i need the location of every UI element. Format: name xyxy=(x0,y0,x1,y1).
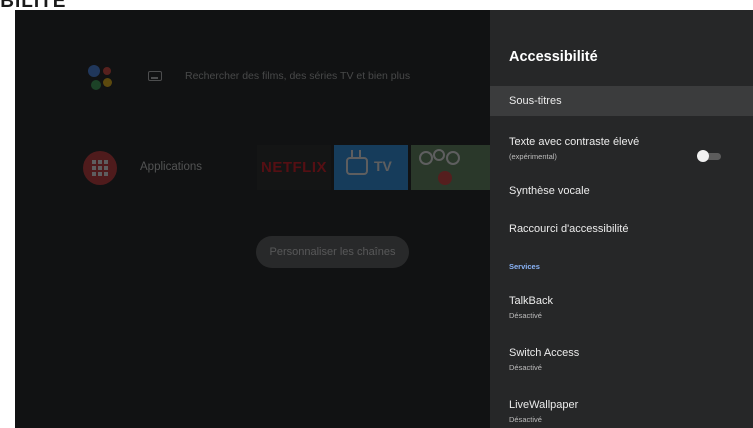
google-assistant-icon[interactable] xyxy=(88,65,114,91)
section-header-services: Services xyxy=(509,262,540,271)
service-label: Switch Access xyxy=(509,347,580,359)
menu-item-high-contrast-text[interactable]: Texte avec contraste élevé (expérimental… xyxy=(490,130,753,170)
film-reel-icon xyxy=(419,151,433,165)
apps-icon[interactable] xyxy=(83,151,117,185)
menu-item-label: Synthèse vocale xyxy=(509,185,590,197)
play-icon xyxy=(438,171,452,185)
search-placeholder[interactable]: Rechercher des films, des séries TV et b… xyxy=(185,70,410,82)
service-label: TalkBack xyxy=(509,295,554,307)
service-status: Désactivé xyxy=(509,311,542,320)
tv-app-tile[interactable]: TV xyxy=(334,145,408,190)
netflix-app-tile[interactable]: NETFLIX xyxy=(257,145,331,190)
tv-app-label: TV xyxy=(374,158,392,174)
customize-channels-button[interactable]: Personnaliser les chaînes xyxy=(256,236,409,268)
netflix-logo-text: NETFLIX xyxy=(261,159,327,176)
service-status: Désactivé xyxy=(509,363,542,372)
menu-item-text-to-speech[interactable]: Synthèse vocale xyxy=(490,178,753,206)
menu-item-label: Texte avec contraste élevé xyxy=(509,136,640,148)
menu-item-label: Raccourci d'accessibilité xyxy=(509,223,629,235)
service-item-talkback[interactable]: TalkBack Désactivé xyxy=(490,290,753,326)
home-screen-background: Rechercher des films, des séries TV et b… xyxy=(15,10,491,428)
keyboard-icon[interactable] xyxy=(148,71,162,81)
menu-item-label: Sous-titres xyxy=(509,95,562,107)
service-item-livewallpaper[interactable]: LiveWallpaper Désactivé xyxy=(490,394,753,428)
menu-item-subtitles[interactable]: Sous-titres xyxy=(490,86,753,116)
tv-icon xyxy=(346,157,368,175)
service-item-switch-access[interactable]: Switch Access Désactivé xyxy=(490,342,753,378)
tv-screen: Rechercher des films, des séries TV et b… xyxy=(15,10,753,428)
menu-item-accessibility-shortcut[interactable]: Raccourci d'accessibilité xyxy=(490,216,753,244)
movie-app-tile[interactable] xyxy=(411,145,491,190)
service-label: LiveWallpaper xyxy=(509,399,579,411)
menu-item-sublabel: (expérimental) xyxy=(509,152,557,161)
accessibility-settings-panel: Accessibilité Sous-titres Texte avec con… xyxy=(490,10,753,428)
service-status: Désactivé xyxy=(509,415,542,424)
apps-label: Applications xyxy=(140,161,203,173)
high-contrast-toggle[interactable] xyxy=(695,149,723,163)
panel-title: Accessibilité xyxy=(509,49,598,65)
